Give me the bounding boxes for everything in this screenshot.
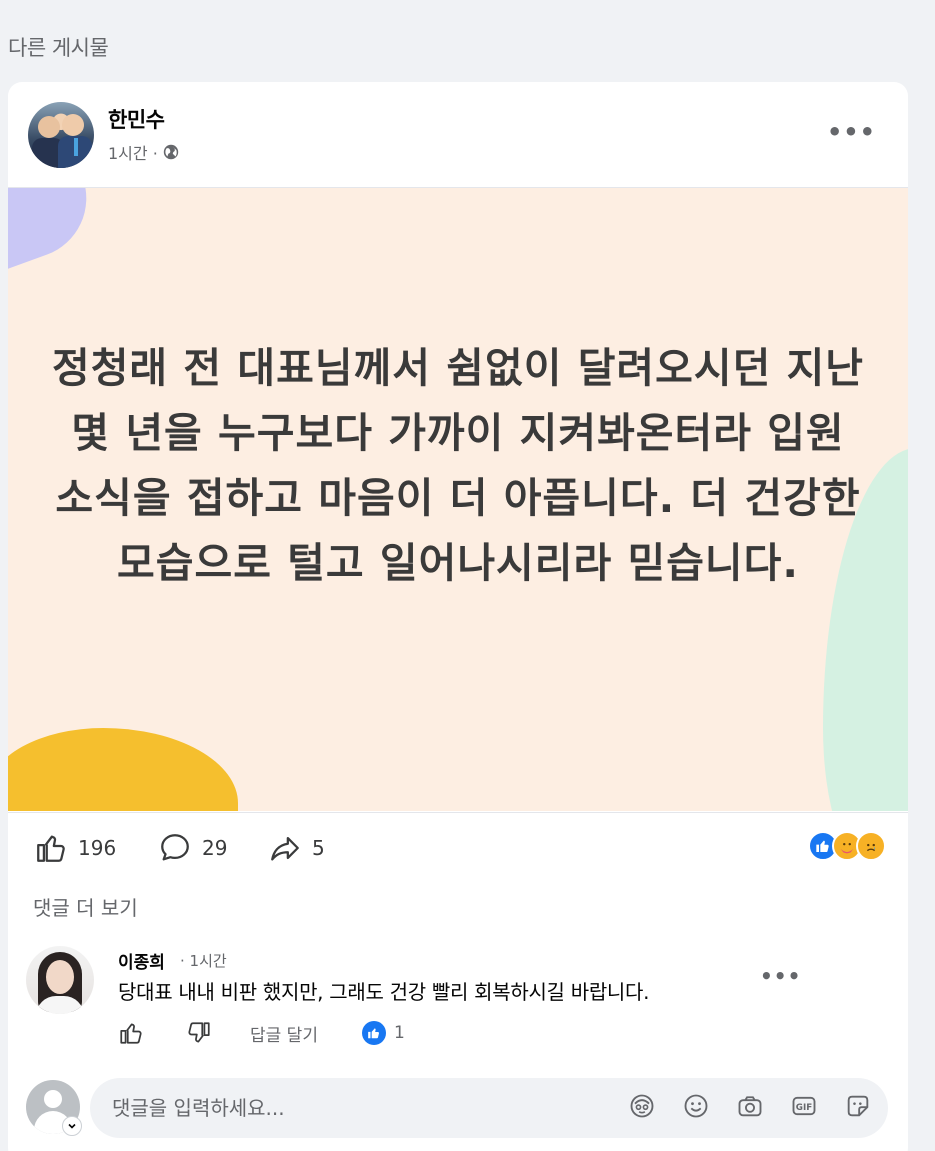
sad-reaction-icon xyxy=(856,831,886,861)
reply-button[interactable]: 답글 달기 xyxy=(250,1021,318,1046)
sticker-icon[interactable] xyxy=(844,1092,872,1120)
post-card: 한민수 1시간 · ••• 정청래 전 대표님께서 쉼없이 달려오시던 지난 몇… xyxy=(8,82,908,1151)
post-meta: 1시간 · xyxy=(108,140,180,164)
comment-input-wrapper: GIF xyxy=(90,1078,888,1138)
comment-like-icon[interactable] xyxy=(118,1020,144,1046)
comment-icon xyxy=(161,834,189,861)
comment-actions: 답글 달기 1 xyxy=(118,1020,405,1046)
more-comments-link[interactable]: 댓글 더 보기 xyxy=(33,892,138,921)
globe-icon xyxy=(163,144,178,160)
reaction-summary[interactable] xyxy=(808,831,886,861)
share-count: 5 xyxy=(312,836,325,860)
post-time[interactable]: 1시간 · xyxy=(108,140,158,164)
author-name[interactable]: 한민수 xyxy=(108,104,165,134)
svg-text:GIF: GIF xyxy=(796,1103,812,1113)
avatar-sticker-icon[interactable] xyxy=(628,1092,656,1120)
section-title: 다른 게시물 xyxy=(8,36,109,60)
commenter-name[interactable]: 이종희 xyxy=(118,948,165,973)
post-text-background: 정청래 전 대표님께서 쉼없이 달려오시던 지난 몇 년을 누구보다 가까이 지… xyxy=(8,187,908,811)
share-icon xyxy=(271,836,299,861)
camera-icon[interactable] xyxy=(736,1092,764,1120)
like-icon xyxy=(37,835,65,862)
like-count: 196 xyxy=(78,836,117,860)
comment-like-summary[interactable]: 1 xyxy=(361,1021,405,1045)
post-text: 정청래 전 대표님께서 쉼없이 달려오시던 지난 몇 년을 누구보다 가까이 지… xyxy=(51,344,865,587)
comment-item: 이종희 · 1시간 당대표 내내 비판 했지만, 그래도 건강 빨리 회복하시길… xyxy=(8,940,908,1060)
comment-text: 당대표 내내 비판 했지만, 그래도 건강 빨리 회복하시길 바랍니다. xyxy=(118,980,650,1004)
decor-shape xyxy=(8,728,238,811)
decor-shape xyxy=(8,188,104,276)
comment-count: 29 xyxy=(202,836,228,860)
emoji-icon[interactable] xyxy=(682,1092,710,1120)
author-avatar[interactable] xyxy=(28,102,94,168)
post-more-button[interactable]: ••• xyxy=(827,118,876,146)
share-button[interactable]: 5 xyxy=(268,831,325,865)
comment-button[interactable]: 29 xyxy=(158,831,227,865)
post-header: 한민수 1시간 · ••• xyxy=(8,82,908,187)
post-actions: 196 29 5 xyxy=(8,812,908,882)
comment-like-count: 1 xyxy=(393,1023,405,1043)
gif-icon[interactable]: GIF xyxy=(790,1092,818,1120)
chevron-down-icon[interactable] xyxy=(62,1116,82,1136)
comment-more-button[interactable]: ••• xyxy=(760,964,801,988)
comment-input[interactable] xyxy=(112,1078,592,1138)
composer-tools: GIF xyxy=(628,1092,872,1120)
commenter-avatar[interactable] xyxy=(26,946,94,1014)
like-button[interactable]: 196 xyxy=(34,831,116,865)
comment-composer: GIF xyxy=(8,1072,908,1151)
like-reaction-icon xyxy=(361,1021,386,1045)
comment-dislike-icon[interactable] xyxy=(186,1020,212,1046)
comment-time: · 1시간 xyxy=(180,952,227,970)
